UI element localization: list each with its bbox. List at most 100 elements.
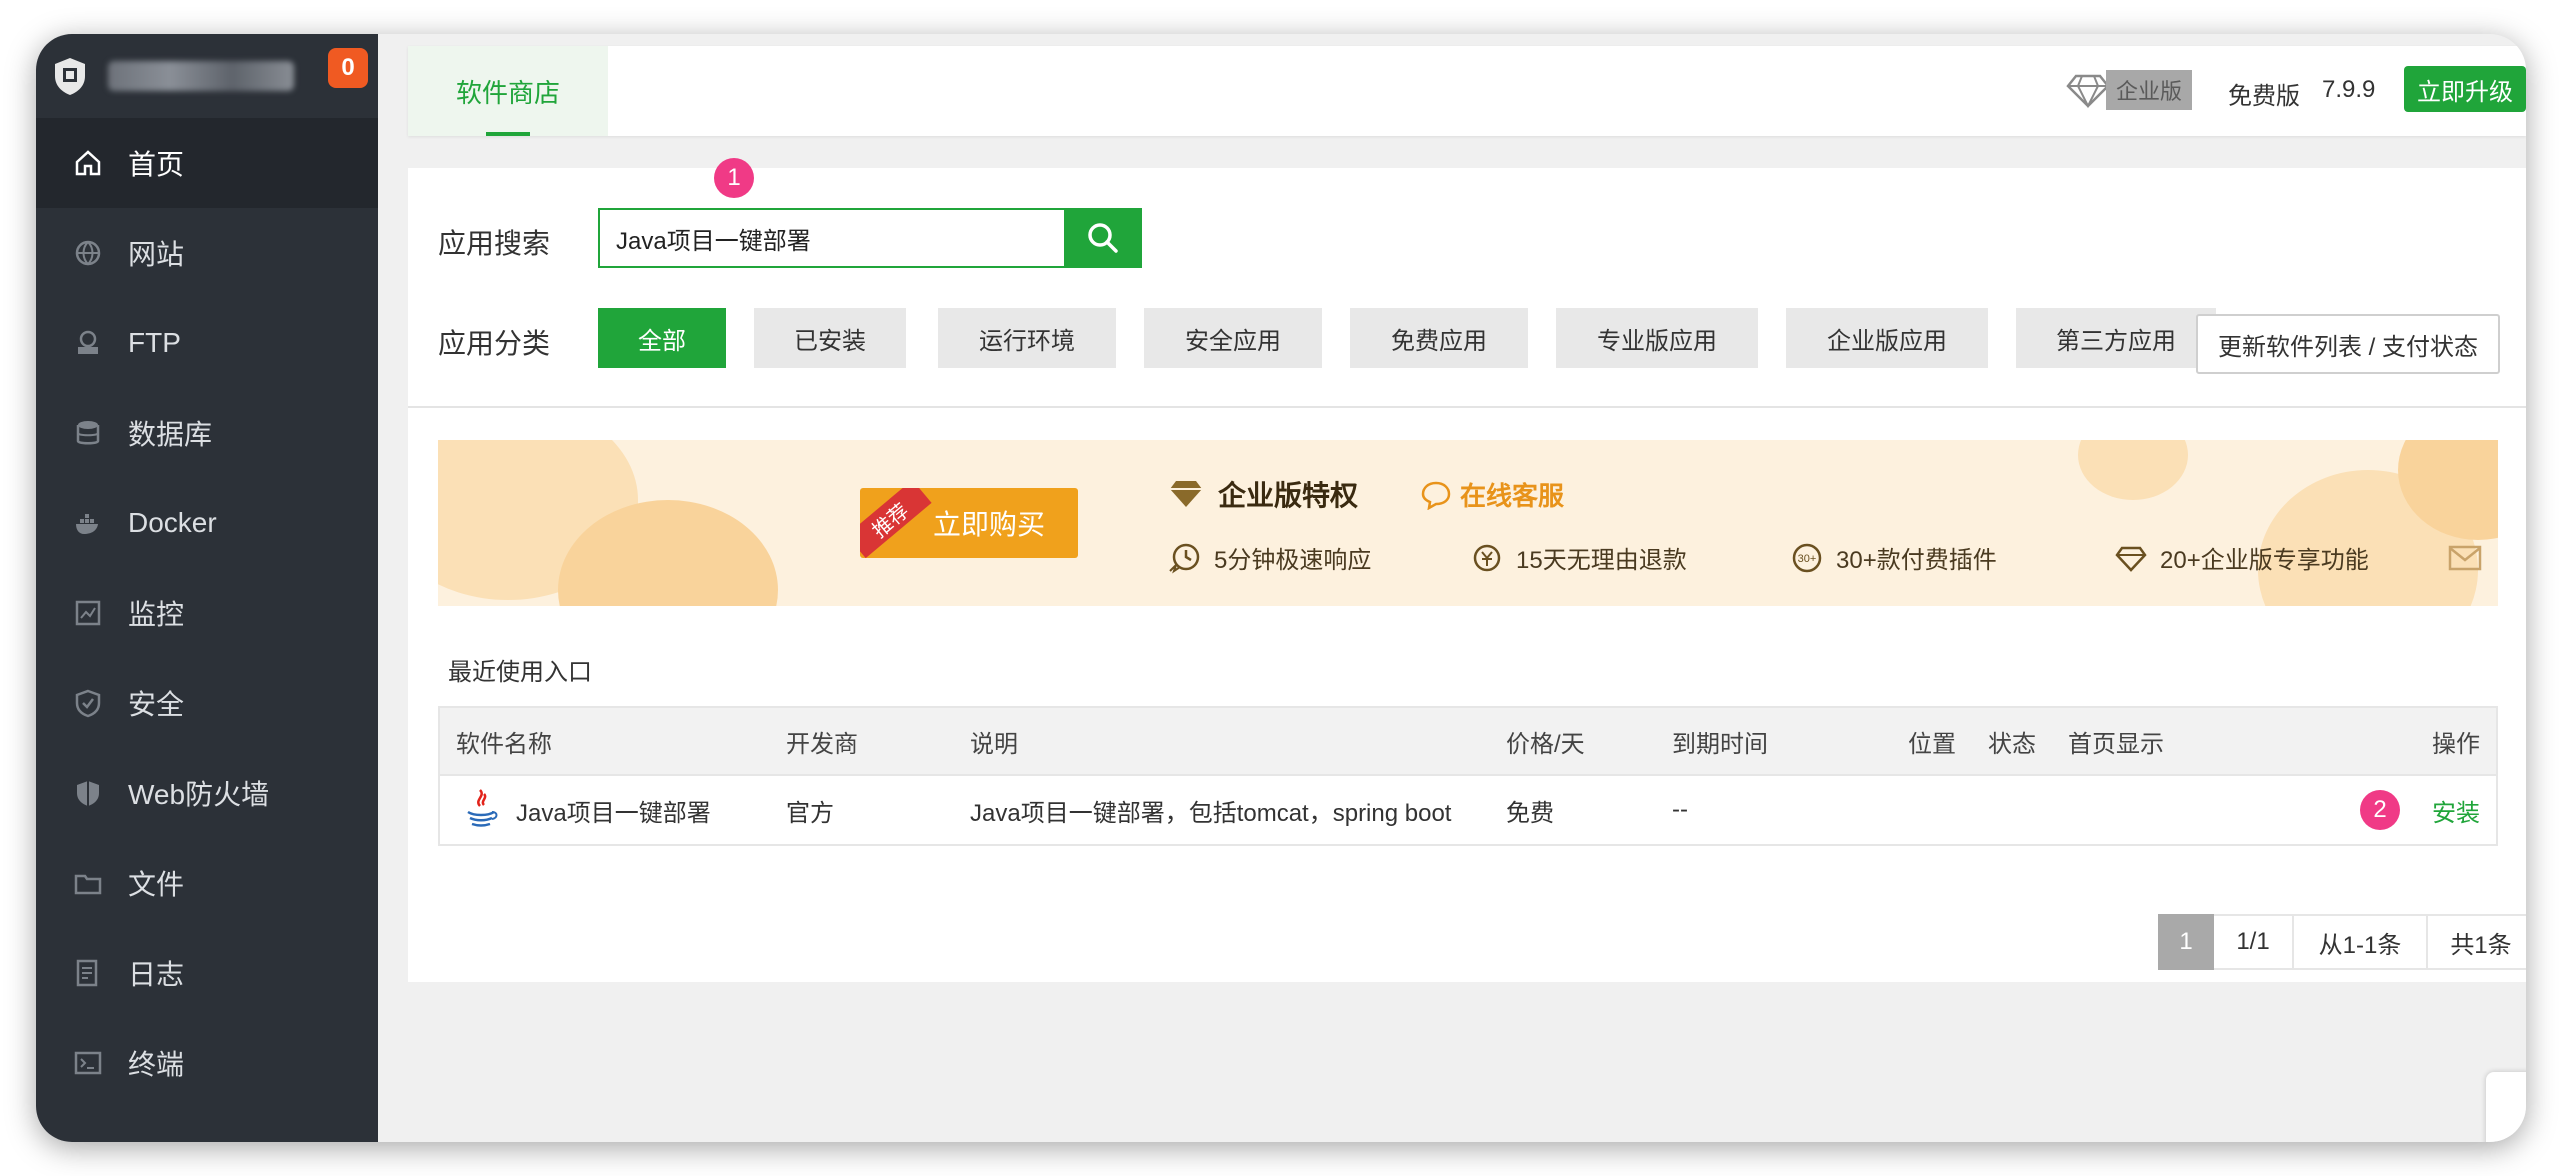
sidebar-item-label: 网站 (128, 239, 185, 270)
terminal-icon (72, 1047, 104, 1079)
install-link[interactable]: 安装 (2432, 776, 2480, 844)
monitor-icon (72, 597, 104, 629)
sidebar-item-label: 监控 (128, 599, 185, 630)
feature-label: 15天无理由退款 (1516, 547, 1687, 574)
page-range: 从1-1条 (2294, 914, 2428, 970)
software-price: 免费 (1506, 799, 1554, 827)
page-current[interactable]: 1 (2158, 914, 2214, 970)
edition-label: 企业版 (2106, 70, 2193, 110)
server-name-blurred (108, 61, 294, 91)
version-label: 7.9.9 (2322, 76, 2376, 103)
category-all[interactable]: 全部 (598, 308, 726, 368)
buy-now-button[interactable]: 推荐 立即购买 (860, 488, 1078, 558)
plugins-icon: 30+ (1792, 543, 1822, 572)
sidebar-item-home[interactable]: 首页 (36, 118, 378, 208)
sidebar-item-docker[interactable]: Docker (36, 478, 378, 568)
pagination: 1 1/1 从1-1条 共1条 (2158, 914, 2526, 970)
sidebar-item-label: 日志 (128, 959, 185, 990)
notification-badge[interactable]: 0 (328, 48, 368, 88)
software-name: Java项目一键部署 (516, 799, 711, 827)
sidebar-item-label: 数据库 (128, 419, 213, 450)
software-expire: -- (1672, 796, 1688, 823)
feature-label: 20+企业版专享功能 (2160, 547, 2369, 574)
step-marker-1: 1 (714, 158, 754, 198)
recent-entries-label: 最近使用入口 (448, 659, 592, 686)
top-bar: 软件商店 企业版 免费版 7.9.9 立即升级 (408, 46, 2526, 136)
col-action: 操作 (2432, 730, 2480, 758)
col-position: 位置 (1908, 730, 1956, 758)
sidebar: 0 首页 网站 FTP 数据库 Docker 监控 安全 Web防火墙 文件 日… (36, 34, 378, 1142)
chat-icon (1421, 481, 1451, 510)
feature-plugins: 30+ 30+款付费插件 (1790, 540, 1997, 575)
sidebar-item-label: FTP (128, 327, 181, 358)
main-panel: 应用搜索 应用分类 全部 已安装 运行环境 安全应用 免费应用 专业版应用 企业… (408, 168, 2526, 982)
search-label: 应用搜索 (438, 228, 551, 259)
search-button[interactable] (1064, 208, 1142, 268)
diamond-icon (1170, 481, 1202, 507)
sidebar-item-label: 文件 (128, 869, 185, 900)
page-of-total: 1/1 (2214, 914, 2294, 970)
sidebar-item-label: 安全 (128, 689, 185, 720)
category-installed[interactable]: 已安装 (754, 308, 906, 368)
search-icon (1088, 223, 1118, 253)
ftp-icon (72, 327, 104, 359)
buy-now-label: 立即购买 (932, 509, 1045, 540)
floating-help-button[interactable] (2486, 1072, 2526, 1142)
sidebar-item-logs[interactable]: 日志 (36, 928, 378, 1018)
upgrade-button[interactable]: 立即升级 (2404, 66, 2526, 112)
sidebar-item-ftp[interactable]: FTP (36, 298, 378, 388)
feature-fast-response: 5分钟极速响应 (1168, 540, 1371, 575)
diamond-icon (2066, 74, 2110, 109)
shield-logo-icon (55, 58, 85, 95)
sidebar-menu: 首页 网站 FTP 数据库 Docker 监控 安全 Web防火墙 文件 日志 … (36, 118, 378, 1108)
online-service-label: 在线客服 (1460, 481, 1565, 511)
category-security[interactable]: 安全应用 (1144, 308, 1322, 368)
category-third-party[interactable]: 第三方应用 (2016, 308, 2216, 368)
sidebar-item-waf[interactable]: Web防火墙 (36, 748, 378, 838)
free-edition-label: 免费版 (2228, 83, 2300, 110)
feature-exclusive: 20+企业版专享功能 (2114, 540, 2369, 575)
sidebar-item-website[interactable]: 网站 (36, 208, 378, 298)
sidebar-item-database[interactable]: 数据库 (36, 388, 378, 478)
category-pro[interactable]: 专业版应用 (1556, 308, 1758, 368)
enterprise-banner: 推荐 立即购买 企业版特权 在线客服 5分钟极速响应 15天无理由退款 30+ … (438, 440, 2498, 606)
refresh-list-button[interactable]: 更新软件列表 / 支付状态 (2196, 314, 2500, 374)
feature-label: 30+款付费插件 (1836, 547, 1997, 574)
diamond-outline-icon (2115, 546, 2147, 572)
sidebar-header (36, 34, 378, 118)
col-expire: 到期时间 (1672, 730, 1768, 758)
col-price: 价格/天 (1506, 730, 1585, 758)
database-icon (72, 417, 104, 449)
edition-indicator[interactable]: 企业版 (2066, 70, 2193, 110)
software-developer: 官方 (786, 799, 834, 827)
feature-refund: 15天无理由退款 (1470, 540, 1687, 575)
log-icon (72, 957, 104, 989)
category-free[interactable]: 免费应用 (1350, 308, 1528, 368)
tab-software-store[interactable]: 软件商店 (408, 46, 608, 136)
col-developer: 开发商 (786, 730, 858, 758)
category-label: 应用分类 (438, 328, 551, 359)
sidebar-item-label: Docker (128, 507, 217, 538)
online-service-link[interactable]: 在线客服 (1420, 476, 1564, 513)
sidebar-item-files[interactable]: 文件 (36, 838, 378, 928)
home-icon (72, 147, 104, 179)
mail-icon[interactable] (2448, 544, 2482, 572)
category-enterprise[interactable]: 企业版应用 (1786, 308, 1988, 368)
search-input[interactable] (598, 208, 1066, 268)
folder-icon (72, 867, 104, 899)
plugins-icon-text: 30+ (1798, 553, 1817, 565)
sidebar-item-terminal[interactable]: 终端 (36, 1018, 378, 1108)
feature-label: 5分钟极速响应 (1214, 547, 1372, 574)
globe-icon (72, 237, 104, 269)
category-runtime[interactable]: 运行环境 (938, 308, 1116, 368)
recommend-ribbon: 推荐 (860, 488, 932, 558)
banner-decoration (2078, 440, 2188, 500)
clock-icon (1169, 543, 1200, 573)
page-total: 共1条 (2428, 914, 2526, 970)
col-name: 软件名称 (456, 730, 552, 758)
refund-icon (1473, 544, 1501, 571)
sidebar-item-security[interactable]: 安全 (36, 658, 378, 748)
table-header: 软件名称 开发商 说明 价格/天 到期时间 位置 状态 首页显示 操作 (440, 708, 2496, 774)
sidebar-item-monitor[interactable]: 监控 (36, 568, 378, 658)
enterprise-title-text: 企业版特权 (1218, 480, 1359, 511)
